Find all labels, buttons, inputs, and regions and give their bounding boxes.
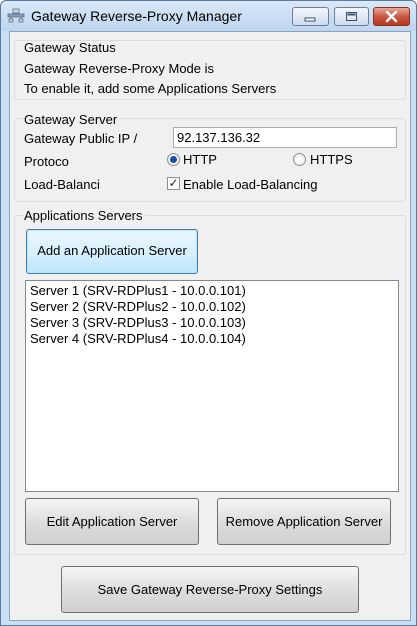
gateway-status-title: Gateway Status — [24, 40, 116, 55]
gateway-status-line2: To enable it, add some Applications Serv… — [24, 81, 277, 96]
client-area: Gateway Status Gateway Reverse-Proxy Mod… — [9, 31, 411, 621]
list-item[interactable]: Server 2 (SRV-RDPlus2 - 10.0.0.102) — [30, 299, 246, 314]
applications-servers-title: Applications Servers — [24, 208, 145, 223]
gateway-status-line1: Gateway Reverse-Proxy Mode is — [24, 61, 215, 76]
application-servers-list[interactable]: Server 1 (SRV-RDPlus1 - 10.0.0.101) Serv… — [25, 280, 399, 492]
load-balancing-checkbox[interactable]: ✓ — [167, 177, 180, 190]
close-icon — [385, 10, 398, 23]
list-item[interactable]: Server 4 (SRV-RDPlus4 - 10.0.0.104) — [30, 331, 246, 346]
maximize-button[interactable] — [334, 7, 369, 26]
window-title: Gateway Reverse-Proxy Manager — [31, 8, 242, 24]
load-balancing-checkbox-label[interactable]: Enable Load-Balancing — [183, 177, 317, 192]
public-ip-label: Gateway Public IP / — [24, 131, 138, 146]
add-application-server-button[interactable]: Add an Application Server — [26, 229, 198, 274]
https-radio[interactable] — [293, 153, 306, 166]
network-gateway-icon — [7, 8, 25, 24]
public-ip-input[interactable] — [173, 127, 397, 148]
edit-application-server-button[interactable]: Edit Application Server — [25, 498, 199, 545]
load-balancing-label: Load-Balanci — [24, 177, 100, 192]
list-item[interactable]: Server 1 (SRV-RDPlus1 - 10.0.0.101) — [30, 283, 246, 298]
app-window: Gateway Reverse-Proxy Manager Gateway St… — [0, 0, 417, 626]
close-button[interactable] — [373, 7, 410, 26]
protocol-label: Protoco — [24, 154, 69, 169]
maximize-icon — [346, 12, 357, 21]
list-item[interactable]: Server 3 (SRV-RDPlus3 - 10.0.0.103) — [30, 315, 246, 330]
https-radio-label[interactable]: HTTPS — [310, 152, 353, 167]
save-settings-button[interactable]: Save Gateway Reverse-Proxy Settings — [61, 566, 359, 613]
gateway-server-title: Gateway Server — [24, 112, 120, 127]
http-radio[interactable] — [167, 153, 180, 166]
remove-application-server-button[interactable]: Remove Application Server — [217, 498, 391, 545]
minimize-button[interactable] — [292, 7, 329, 26]
minimize-icon — [304, 17, 316, 22]
title-bar[interactable]: Gateway Reverse-Proxy Manager — [1, 1, 416, 31]
http-radio-label[interactable]: HTTP — [183, 152, 217, 167]
